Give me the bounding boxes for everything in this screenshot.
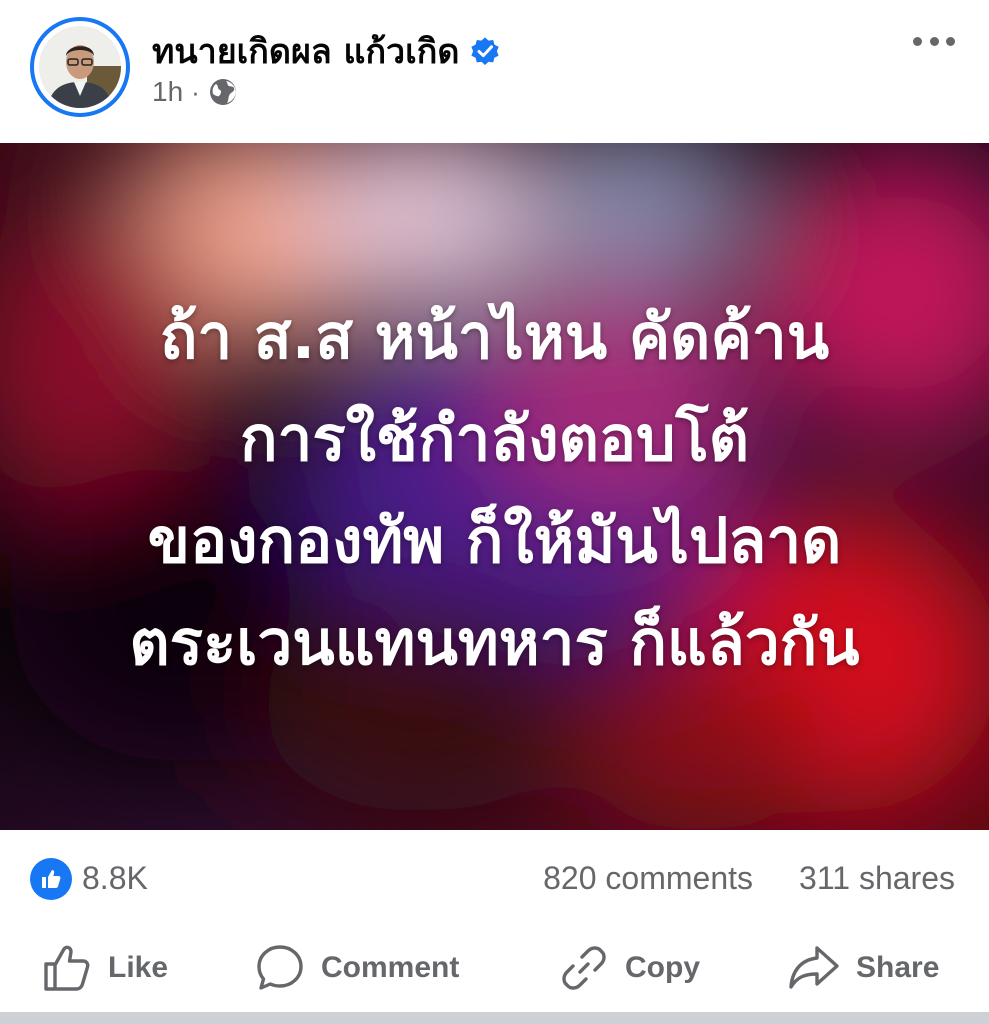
share-button[interactable]: Share (788, 940, 939, 996)
thumbs-up-icon (44, 945, 90, 991)
like-reaction-icon[interactable] (30, 858, 72, 900)
post-text-line: ตระเวนแทนทหาร ก็แล้วกัน (129, 605, 860, 679)
link-icon (562, 946, 606, 990)
post-text-line: การใช้กำลังตอบโต้ (239, 401, 750, 475)
post-stats: 8.8K 820 comments 311 shares (0, 830, 989, 930)
post-media[interactable]: ถ้า ส.ส หน้าไหน คัดค้าน การใช้กำลังตอบโต… (0, 143, 989, 830)
author-row: ทนายเกิดผล แก้วเกิด (152, 24, 501, 78)
avatar-image (39, 26, 121, 108)
like-button[interactable]: Like (42, 940, 168, 996)
like-label: Like (108, 951, 169, 984)
comment-count[interactable]: 820 comments (543, 860, 753, 897)
reaction-count[interactable]: 8.8K (82, 860, 148, 897)
meta-separator: · (191, 76, 200, 107)
more-options-icon[interactable] (913, 28, 955, 54)
globe-icon (209, 79, 236, 105)
copy-button[interactable]: Copy (559, 940, 700, 996)
share-count[interactable]: 311 shares (799, 860, 955, 897)
share-arrow-icon (789, 946, 839, 989)
verified-badge-icon (471, 37, 500, 65)
comment-label: Comment (321, 951, 460, 984)
post-text: ถ้า ส.ส หน้าไหน คัดค้าน การใช้กำลังตอบโต… (0, 143, 989, 830)
comment-button[interactable]: Comment (255, 940, 459, 996)
post-meta: 1h · (152, 76, 238, 108)
copy-label: Copy (625, 951, 700, 984)
avatar[interactable] (30, 17, 130, 117)
action-bar: Like Comment Copy Share (0, 930, 989, 1010)
post-text-line: ของกองทัพ ก็ให้มันไปลาด (147, 503, 842, 577)
post-time[interactable]: 1h (152, 76, 183, 108)
author-name[interactable]: ทนายเกิดผล แก้วเกิด (152, 24, 459, 78)
share-label: Share (856, 951, 940, 984)
post-header: ทนายเกิดผล แก้วเกิด 1h · (0, 0, 989, 143)
post-text-line: ถ้า ส.ส หน้าไหน คัดค้าน (159, 299, 830, 373)
feed-divider (0, 1012, 989, 1024)
comment-bubble-icon (257, 945, 303, 990)
